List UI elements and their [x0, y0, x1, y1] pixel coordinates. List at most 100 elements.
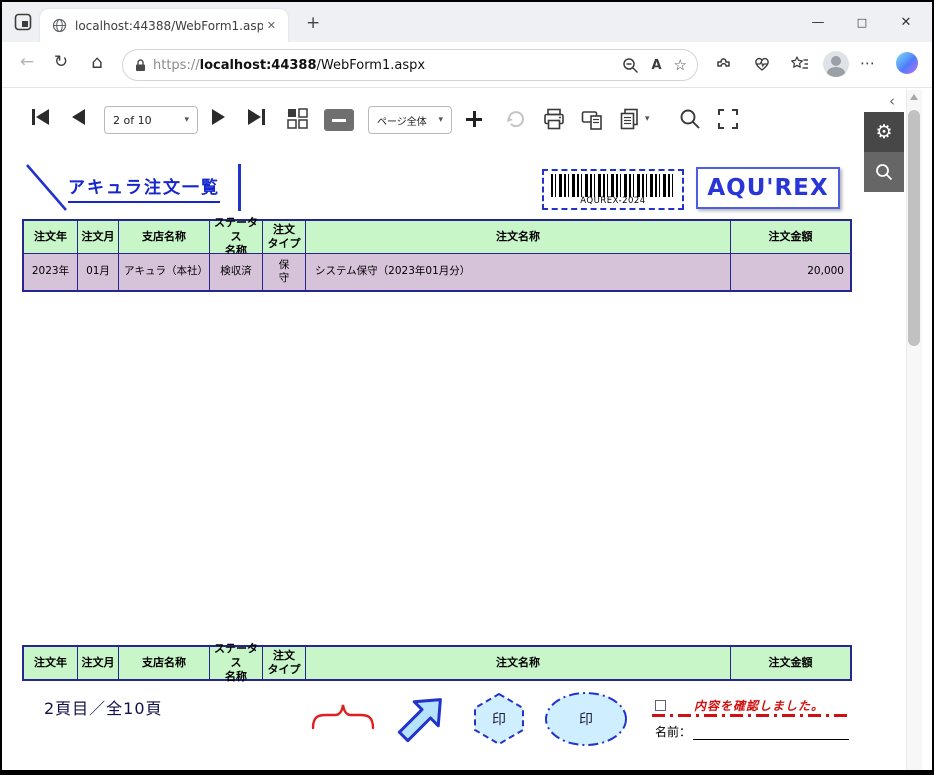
- stamp-label: 印: [492, 712, 506, 728]
- cell-order-month: 01月: [78, 254, 119, 290]
- column-header: 注文年: [24, 221, 78, 253]
- browser-window: localhost:44388/WebForm1.aspx ✕ + — □ ✕ …: [0, 0, 934, 775]
- url-scheme: https://: [153, 58, 200, 73]
- cell-order-name: システム保守（2023年01月分）: [306, 254, 731, 290]
- orders-table-footer-header: 注文年 注文月 支店名称 ステータス 名称 注文 タイプ 注文名称 注文金額: [22, 645, 852, 681]
- name-label: 名前：: [655, 723, 691, 740]
- ellipse-stamp: 印: [542, 688, 630, 750]
- table-header-row: 注文年 注文月 支店名称 ステータス 名称 注文 タイプ 注文名称 注文金額: [24, 647, 850, 679]
- tab-close-icon[interactable]: ✕: [263, 17, 280, 34]
- column-header: 注文名称: [306, 647, 731, 679]
- export-button[interactable]: ▾: [618, 107, 650, 131]
- column-header: 支店名称: [119, 647, 210, 679]
- browser-essentials-icon[interactable]: [752, 54, 772, 74]
- close-window-button[interactable]: ✕: [891, 12, 921, 34]
- report-viewer-toolbar: 2 of 10 ▾ ページ全体 ▾: [2, 89, 862, 151]
- column-header: 注文金額: [731, 221, 850, 253]
- zoom-out-button[interactable]: [324, 109, 354, 131]
- tab-actions-icon[interactable]: [14, 13, 32, 31]
- settings-menu-icon[interactable]: ⋯: [860, 54, 876, 72]
- print-layout-icon[interactable]: [580, 107, 604, 131]
- red-dashdot-line: [652, 714, 849, 717]
- zoom-out-icon[interactable]: [622, 57, 639, 74]
- first-page-button[interactable]: [32, 109, 49, 125]
- viewer-settings-button[interactable]: ⚙: [864, 112, 904, 152]
- fullscreen-icon[interactable]: [716, 107, 740, 131]
- column-header: 注文 タイプ: [263, 221, 306, 253]
- column-header: 注文名称: [306, 221, 731, 253]
- table-row: 2023年 01月 アキュラ（本社） 検収済 保 守 システム保守（2023年0…: [24, 254, 850, 290]
- scrollbar-thumb[interactable]: [908, 110, 920, 346]
- export-copy-icon: [618, 107, 642, 131]
- favorites-bar-icon[interactable]: [790, 54, 810, 74]
- zoom-in-button[interactable]: [464, 109, 484, 129]
- refresh-report-icon-disabled: [504, 107, 528, 131]
- address-bar[interactable]: https://localhost:44388/WebForm1.aspx A …: [122, 49, 698, 81]
- next-page-button[interactable]: [212, 109, 225, 125]
- cell-order-amount: 20,000: [731, 254, 850, 290]
- column-header: 注文月: [78, 647, 119, 679]
- refresh-button[interactable]: ↻: [48, 52, 74, 72]
- extensions-icon[interactable]: [714, 54, 734, 74]
- cell-order-year: 2023年: [24, 254, 78, 290]
- maximize-button[interactable]: □: [847, 12, 877, 34]
- chevron-down-icon: ▾: [430, 115, 443, 125]
- multi-page-view-icon[interactable]: [286, 107, 310, 131]
- viewer-search-button[interactable]: [864, 152, 904, 192]
- minus-icon: [332, 119, 346, 122]
- tab-strip: localhost:44388/WebForm1.aspx ✕ + — □ ✕: [2, 2, 932, 42]
- table-header-row: 注文年 注文月 支店名称 ステータス 名称 注文 タイプ 注文名称 注文金額: [24, 221, 850, 254]
- orders-table: 注文年 注文月 支店名称 ステータス 名称 注文 タイプ 注文名称 注文金額 2…: [22, 219, 852, 292]
- lock-icon: [135, 59, 146, 72]
- read-aloud-icon[interactable]: A: [651, 58, 661, 73]
- confirm-text: 内容を確認しました。: [694, 697, 824, 714]
- copilot-icon[interactable]: [896, 52, 918, 74]
- previous-page-button[interactable]: [72, 109, 85, 125]
- home-button[interactable]: ⌂: [84, 52, 110, 73]
- globe-icon: [52, 18, 67, 33]
- barcode-bars: [551, 174, 675, 197]
- column-header: 支店名称: [119, 221, 210, 253]
- report-title: アキュラ注文一覧: [68, 173, 220, 203]
- company-logo: AQU'REX: [696, 167, 840, 209]
- chevron-down-icon: ▾: [645, 114, 650, 124]
- tab-title: localhost:44388/WebForm1.aspx: [75, 19, 263, 33]
- column-header: 注文年: [24, 647, 78, 679]
- url-path: /WebForm1.aspx: [317, 58, 426, 73]
- back-button[interactable]: ←: [14, 52, 40, 72]
- favorite-star-icon[interactable]: ☆: [674, 56, 687, 74]
- page-select-dropdown[interactable]: 2 of 10 ▾: [104, 106, 198, 134]
- cell-order-type: 保 守: [263, 254, 306, 290]
- search-icon: [874, 162, 894, 182]
- column-header: 注文金額: [731, 647, 850, 679]
- barcode-label: AQUREX-2024: [544, 196, 682, 206]
- zoom-level: ページ全体: [377, 113, 427, 128]
- page-indicator: 2 of 10: [113, 114, 152, 127]
- red-brace-shape: [308, 696, 378, 736]
- minimize-button[interactable]: —: [803, 12, 833, 34]
- column-header: ステータス 名称: [210, 221, 263, 253]
- column-header: 注文 タイプ: [263, 647, 306, 679]
- cell-status: 検収済: [210, 254, 263, 290]
- profile-avatar[interactable]: [823, 51, 849, 77]
- scrollbar-up-arrow[interactable]: [910, 94, 918, 100]
- name-underline: [693, 739, 849, 740]
- logo-text: AQU'REX: [707, 175, 828, 201]
- print-icon[interactable]: [542, 107, 566, 131]
- zoom-select-dropdown[interactable]: ページ全体 ▾: [368, 106, 452, 134]
- new-tab-button[interactable]: +: [300, 11, 326, 35]
- hexagon-stamp: 印: [470, 690, 528, 748]
- browser-tab[interactable]: localhost:44388/WebForm1.aspx ✕: [40, 9, 288, 42]
- report-diagonal-line: [24, 162, 70, 214]
- report-title-divider: [238, 164, 241, 211]
- sidebar-collapse-icon[interactable]: ‹: [882, 92, 902, 110]
- chevron-down-icon: ▾: [176, 115, 189, 125]
- cell-branch-name: アキュラ（本社）: [119, 254, 210, 290]
- search-icon[interactable]: [678, 107, 702, 131]
- last-page-button[interactable]: [248, 109, 265, 125]
- column-header: 注文月: [78, 221, 119, 253]
- barcode: AQUREX-2024: [542, 169, 684, 210]
- url-host: localhost:44388: [200, 58, 317, 73]
- column-header: ステータス 名称: [210, 647, 263, 679]
- report-page-number: 2頁目／全10頁: [44, 695, 163, 719]
